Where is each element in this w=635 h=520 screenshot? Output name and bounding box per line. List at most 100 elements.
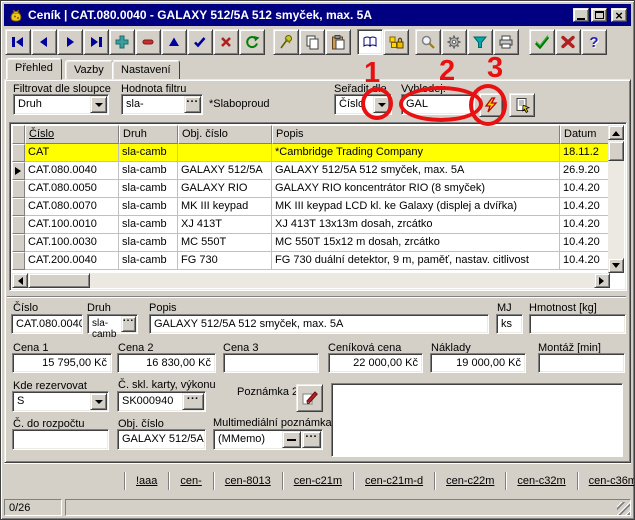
row-selector[interactable] xyxy=(12,252,25,270)
delete-record-button[interactable] xyxy=(135,29,161,55)
naklady-field[interactable]: 19 000,00 Kč xyxy=(430,353,526,373)
pin-button[interactable] xyxy=(273,29,299,55)
table-row[interactable]: CAT.080.0050 sla-camb GALAXY RIO GALAXY … xyxy=(12,180,610,198)
column-header-popis[interactable]: Popis xyxy=(272,125,560,144)
skl-karty-field[interactable]: SK000940 ... xyxy=(117,391,206,412)
last-record-button[interactable] xyxy=(83,29,109,55)
table-row[interactable]: CAT sla-camb *Cambridge Trading Company … xyxy=(12,144,610,162)
cislo-field[interactable]: CAT.080.0040 xyxy=(11,314,83,334)
resize-grip[interactable] xyxy=(617,502,630,515)
dropdown-button[interactable] xyxy=(90,96,107,113)
mj-field[interactable]: ks xyxy=(496,314,523,334)
tab-vazby[interactable]: Vazby xyxy=(65,60,113,80)
obj-cislo-field[interactable]: GALAXY 512/5A xyxy=(117,429,206,450)
mmemo-field[interactable]: (MMemo) ... xyxy=(213,429,323,450)
filter-value-ellipsis-button[interactable]: ... xyxy=(184,96,201,113)
column-header-cislo[interactable]: Číslo xyxy=(25,125,119,144)
copy-button[interactable] xyxy=(299,29,325,55)
scrollbar-thumb[interactable] xyxy=(28,273,90,288)
cena1-field[interactable]: 15 795,00 Kč xyxy=(12,353,112,373)
row-selector[interactable] xyxy=(12,162,25,180)
scrollbar-thumb[interactable] xyxy=(608,141,624,161)
bottom-tab-cen-8013[interactable]: cen-8013 xyxy=(214,475,282,487)
prior-record-button[interactable] xyxy=(31,29,57,55)
dropdown-button[interactable] xyxy=(90,393,107,410)
permissions-button[interactable] xyxy=(383,29,409,55)
horizontal-scrollbar[interactable] xyxy=(12,273,610,288)
cancel-record-button[interactable] xyxy=(213,29,239,55)
row-selector[interactable] xyxy=(12,216,25,234)
hmotnost-field[interactable] xyxy=(529,314,626,334)
sort-select[interactable]: Číslo xyxy=(334,94,392,115)
cena2-field[interactable]: 16 830,00 Kč xyxy=(117,353,216,373)
table-row[interactable]: CAT.080.0040 sla-camb GALAXY 512/5A GALA… xyxy=(12,162,610,180)
table-row[interactable]: CAT.100.0030 sla-camb MC 550T MC 550T 15… xyxy=(12,234,610,252)
bottom-tab-cen-c36m[interactable]: cen-c36m xyxy=(578,475,635,487)
poznamka2-edit-button[interactable] xyxy=(296,384,323,412)
skl-karty-ellipsis-button[interactable]: ... xyxy=(182,393,204,410)
bottom-tab-cen-c32m[interactable]: cen-c32m xyxy=(506,475,576,487)
maximize-button[interactable] xyxy=(591,8,607,22)
vertical-scrollbar[interactable] xyxy=(608,125,624,273)
edit-record-button[interactable] xyxy=(161,29,187,55)
mmemo-ellipsis-button[interactable]: ... xyxy=(302,431,321,448)
paste-button[interactable] xyxy=(325,29,351,55)
filter-column-select[interactable]: Druh xyxy=(13,94,109,115)
settings-button[interactable] xyxy=(441,29,467,55)
close-window-button[interactable] xyxy=(555,29,581,55)
bottom-tab-cen-c22m[interactable]: cen-c22m xyxy=(435,475,505,487)
druh-field[interactable]: sla-camb ... xyxy=(87,314,138,334)
search-input[interactable]: GAL xyxy=(401,94,475,115)
insert-record-button[interactable] xyxy=(109,29,135,55)
popis-field[interactable]: GALAXY 512/5A 512 smyček, max. 5A xyxy=(149,314,489,334)
help-button[interactable]: ? xyxy=(581,29,607,55)
column-header-obj-cislo[interactable]: Obj. číslo xyxy=(178,125,272,144)
close-button[interactable]: × xyxy=(611,8,627,22)
druh-ellipsis-button[interactable]: ... xyxy=(121,316,136,332)
cena3-field[interactable] xyxy=(223,353,319,373)
table-row[interactable]: CAT.100.0010 sla-camb XJ 413T XJ 413T 13… xyxy=(12,216,610,234)
column-header-druh[interactable]: Druh xyxy=(119,125,178,144)
next-record-button[interactable] xyxy=(57,29,83,55)
filter-button[interactable] xyxy=(467,29,493,55)
bottom-tab-cen[interactable]: cen- xyxy=(169,475,212,487)
table-row[interactable]: CAT.200.0040 sla-camb FG 730 FG 730 duál… xyxy=(12,252,610,270)
row-selector[interactable] xyxy=(12,234,25,252)
column-header-datum[interactable]: Datum xyxy=(560,125,610,144)
ellipsis-icon: ... xyxy=(186,97,198,101)
dropdown-button[interactable] xyxy=(373,96,390,113)
filter-value-input[interactable]: sla- ... xyxy=(121,94,203,115)
table-row[interactable]: CAT.080.0070 sla-camb MK III keypad MK I… xyxy=(12,198,610,216)
bottom-tab-cen-c21m[interactable]: cen-c21m xyxy=(283,475,353,487)
mmemo-minus-button[interactable] xyxy=(282,431,301,448)
row-selector[interactable] xyxy=(12,198,25,216)
row-selector[interactable] xyxy=(12,144,25,162)
montaz-field[interactable] xyxy=(538,353,625,373)
scroll-left-button[interactable] xyxy=(12,273,28,288)
tab-nastaveni[interactable]: Nastavení xyxy=(112,60,180,80)
print-button[interactable] xyxy=(493,29,519,55)
cenikova-field[interactable]: 22 000,00 Kč xyxy=(328,353,423,373)
minimize-button[interactable] xyxy=(573,8,589,22)
help-icon: ? xyxy=(589,34,598,51)
skl-karty-label: Č. skl. karty, výkonu xyxy=(118,379,216,391)
bottom-tab-cen-c21m-d[interactable]: cen-c21m-d xyxy=(354,475,434,487)
kde-rezervovat-select[interactable]: S xyxy=(12,391,109,412)
first-record-button[interactable] xyxy=(5,29,31,55)
book-view-button[interactable] xyxy=(357,29,383,55)
post-record-button[interactable] xyxy=(187,29,213,55)
scroll-right-button[interactable] xyxy=(594,273,610,288)
tab-prehled[interactable]: Přehled xyxy=(6,58,62,80)
cell-datum: 26.9.20 xyxy=(560,162,610,180)
scroll-up-button[interactable] xyxy=(608,125,624,140)
row-selector[interactable] xyxy=(12,180,25,198)
ok-button[interactable] xyxy=(529,29,555,55)
refresh-button[interactable] xyxy=(239,29,265,55)
poznamka2-textarea[interactable] xyxy=(331,383,623,457)
search-execute-button[interactable] xyxy=(479,93,503,117)
scroll-down-button[interactable] xyxy=(608,258,624,273)
bottom-tab-aaa[interactable]: !aaa xyxy=(125,475,168,487)
rozpoctu-field[interactable] xyxy=(12,429,109,450)
search-button[interactable] xyxy=(415,29,441,55)
report-button[interactable] xyxy=(509,93,535,117)
